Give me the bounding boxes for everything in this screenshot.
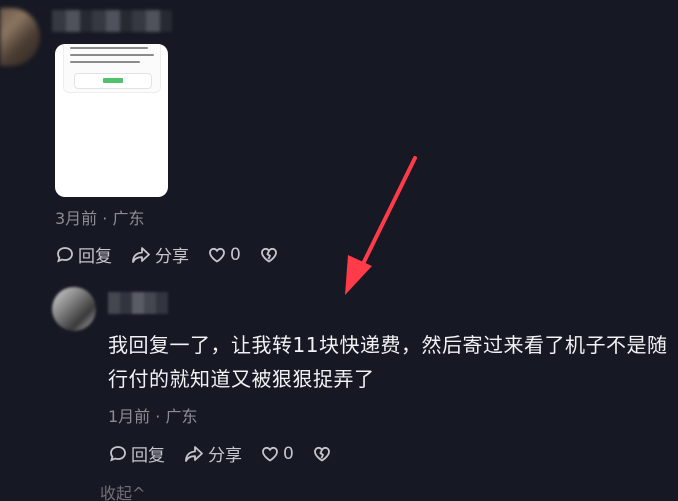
speech-bubble-icon — [55, 245, 75, 265]
avatar[interactable] — [52, 287, 96, 331]
heart-icon — [207, 245, 227, 265]
like-button[interactable]: 0 — [207, 245, 241, 265]
like-button[interactable]: 0 — [260, 444, 294, 464]
share-button[interactable]: 分享 — [183, 441, 242, 466]
share-arrow-icon — [183, 444, 205, 464]
dislike-button[interactable] — [312, 444, 332, 464]
broken-heart-icon — [312, 444, 332, 464]
comment-actions: 回复 分享 0 — [55, 242, 297, 267]
comment-image-attachment[interactable] — [55, 44, 168, 197]
heart-icon — [260, 444, 280, 464]
reply-actions: 回复 分享 0 — [108, 441, 350, 466]
reply-label: 回复 — [78, 247, 112, 267]
comment-meta: 3月前 · 广东 — [55, 209, 145, 228]
reply-meta: 1月前 · 广东 — [108, 407, 198, 426]
broken-heart-icon — [259, 245, 279, 265]
image-button-shape — [74, 73, 152, 89]
username-blurred[interactable] — [108, 292, 168, 314]
like-count: 0 — [230, 244, 241, 265]
reply-label: 回复 — [131, 446, 165, 466]
speech-bubble-icon — [108, 444, 128, 464]
share-button[interactable]: 分享 — [130, 242, 189, 267]
share-label: 分享 — [208, 446, 242, 466]
reply-button[interactable]: 回复 — [108, 441, 165, 466]
share-label: 分享 — [155, 247, 189, 267]
username-blurred[interactable] — [52, 10, 172, 32]
dislike-button[interactable] — [259, 245, 279, 265]
reply-button[interactable]: 回复 — [55, 242, 112, 267]
share-arrow-icon — [130, 245, 152, 265]
reply-text: 我回复一了，让我转11块快递费，然后寄过来看了机子不是随行付的就知道又被狠狠捉弄… — [108, 333, 668, 391]
avatar[interactable] — [0, 8, 40, 66]
like-count: 0 — [283, 443, 294, 464]
collapse-replies-button[interactable]: 收起^ — [100, 480, 145, 501]
image-content-preview — [63, 44, 161, 93]
comment-thread: 3月前 · 广东 回复 分享 0 我回复一了，让我转11块快递费，然后寄过来看了… — [0, 0, 678, 501]
